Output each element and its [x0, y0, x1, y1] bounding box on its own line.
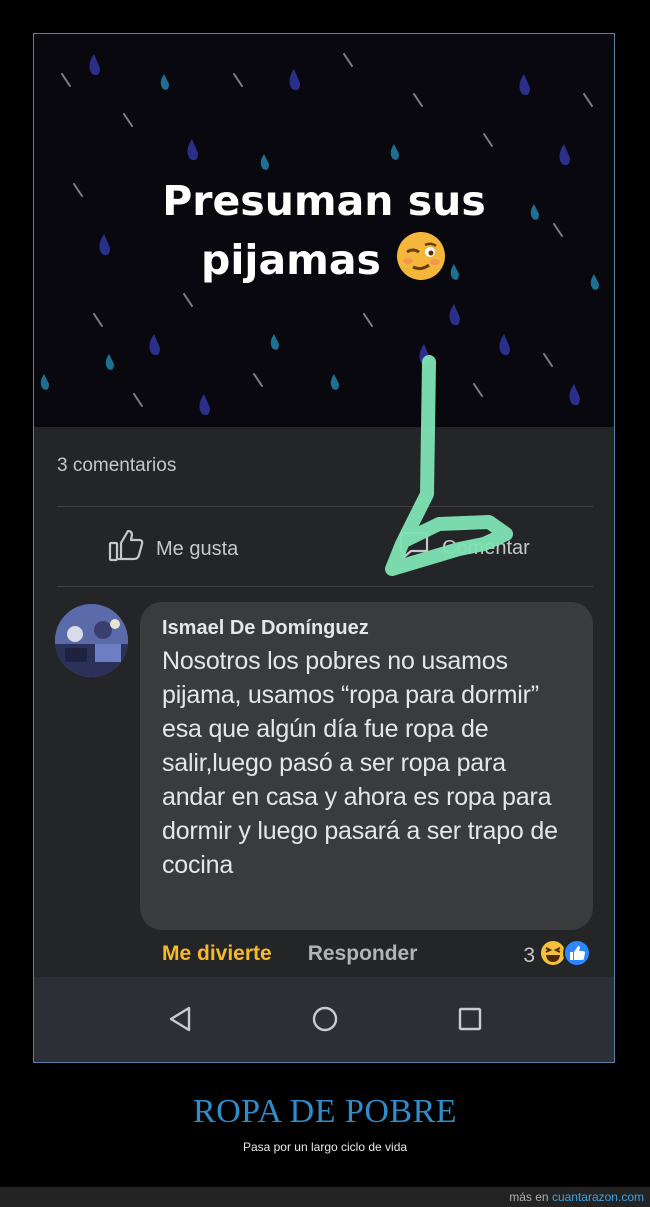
recents-icon[interactable] — [456, 1005, 484, 1038]
caption-subtitle: Pasa por un largo ciclo de vida — [242, 1140, 408, 1154]
comments-count[interactable]: 3 comentarios — [57, 455, 176, 477]
woozy-face-icon — [395, 230, 447, 297]
reaction-summary[interactable]: 3 — [523, 938, 592, 974]
comment-bubble: Ismael De Domínguez Nosotros los pobres … — [140, 602, 593, 930]
post-text-line2-wrapper: pijamas — [34, 230, 614, 297]
reaction-count: 3 — [523, 944, 535, 967]
footer-site-link[interactable]: cuantarazon.com — [552, 1190, 644, 1204]
like-button[interactable]: Me gusta — [108, 529, 239, 568]
reply-button[interactable]: Responder — [308, 942, 418, 966]
comment-author[interactable]: Ismael De Domínguez — [162, 615, 571, 641]
footer-prefix: más en — [509, 1190, 549, 1204]
android-nav-bar — [34, 977, 614, 1062]
comment-text: Nosotros los pobres no usamos pijama, us… — [162, 647, 558, 879]
like-label: Me gusta — [156, 537, 239, 560]
home-icon[interactable] — [311, 1005, 339, 1038]
comment-actions: Me divierte Responder — [162, 942, 417, 966]
thumbs-up-icon — [108, 529, 144, 568]
screenshot-frame: Presuman sus pijamas 3 comentarios Me gu… — [33, 33, 615, 1063]
react-button[interactable]: Me divierte — [162, 942, 272, 966]
hand-drawn-arrow-annotation — [385, 355, 513, 576]
like-icon — [562, 938, 592, 974]
footer-bar: más en cuantarazon.com — [0, 1187, 650, 1207]
post-image-text: Presuman sus pijamas — [34, 172, 614, 297]
post-text-line2: pijamas — [201, 236, 381, 284]
post-text-line1: Presuman sus — [162, 177, 486, 225]
caption-title: ROPA DE POBRE — [192, 1093, 458, 1130]
avatar[interactable] — [55, 604, 128, 677]
back-icon[interactable] — [167, 1005, 195, 1038]
